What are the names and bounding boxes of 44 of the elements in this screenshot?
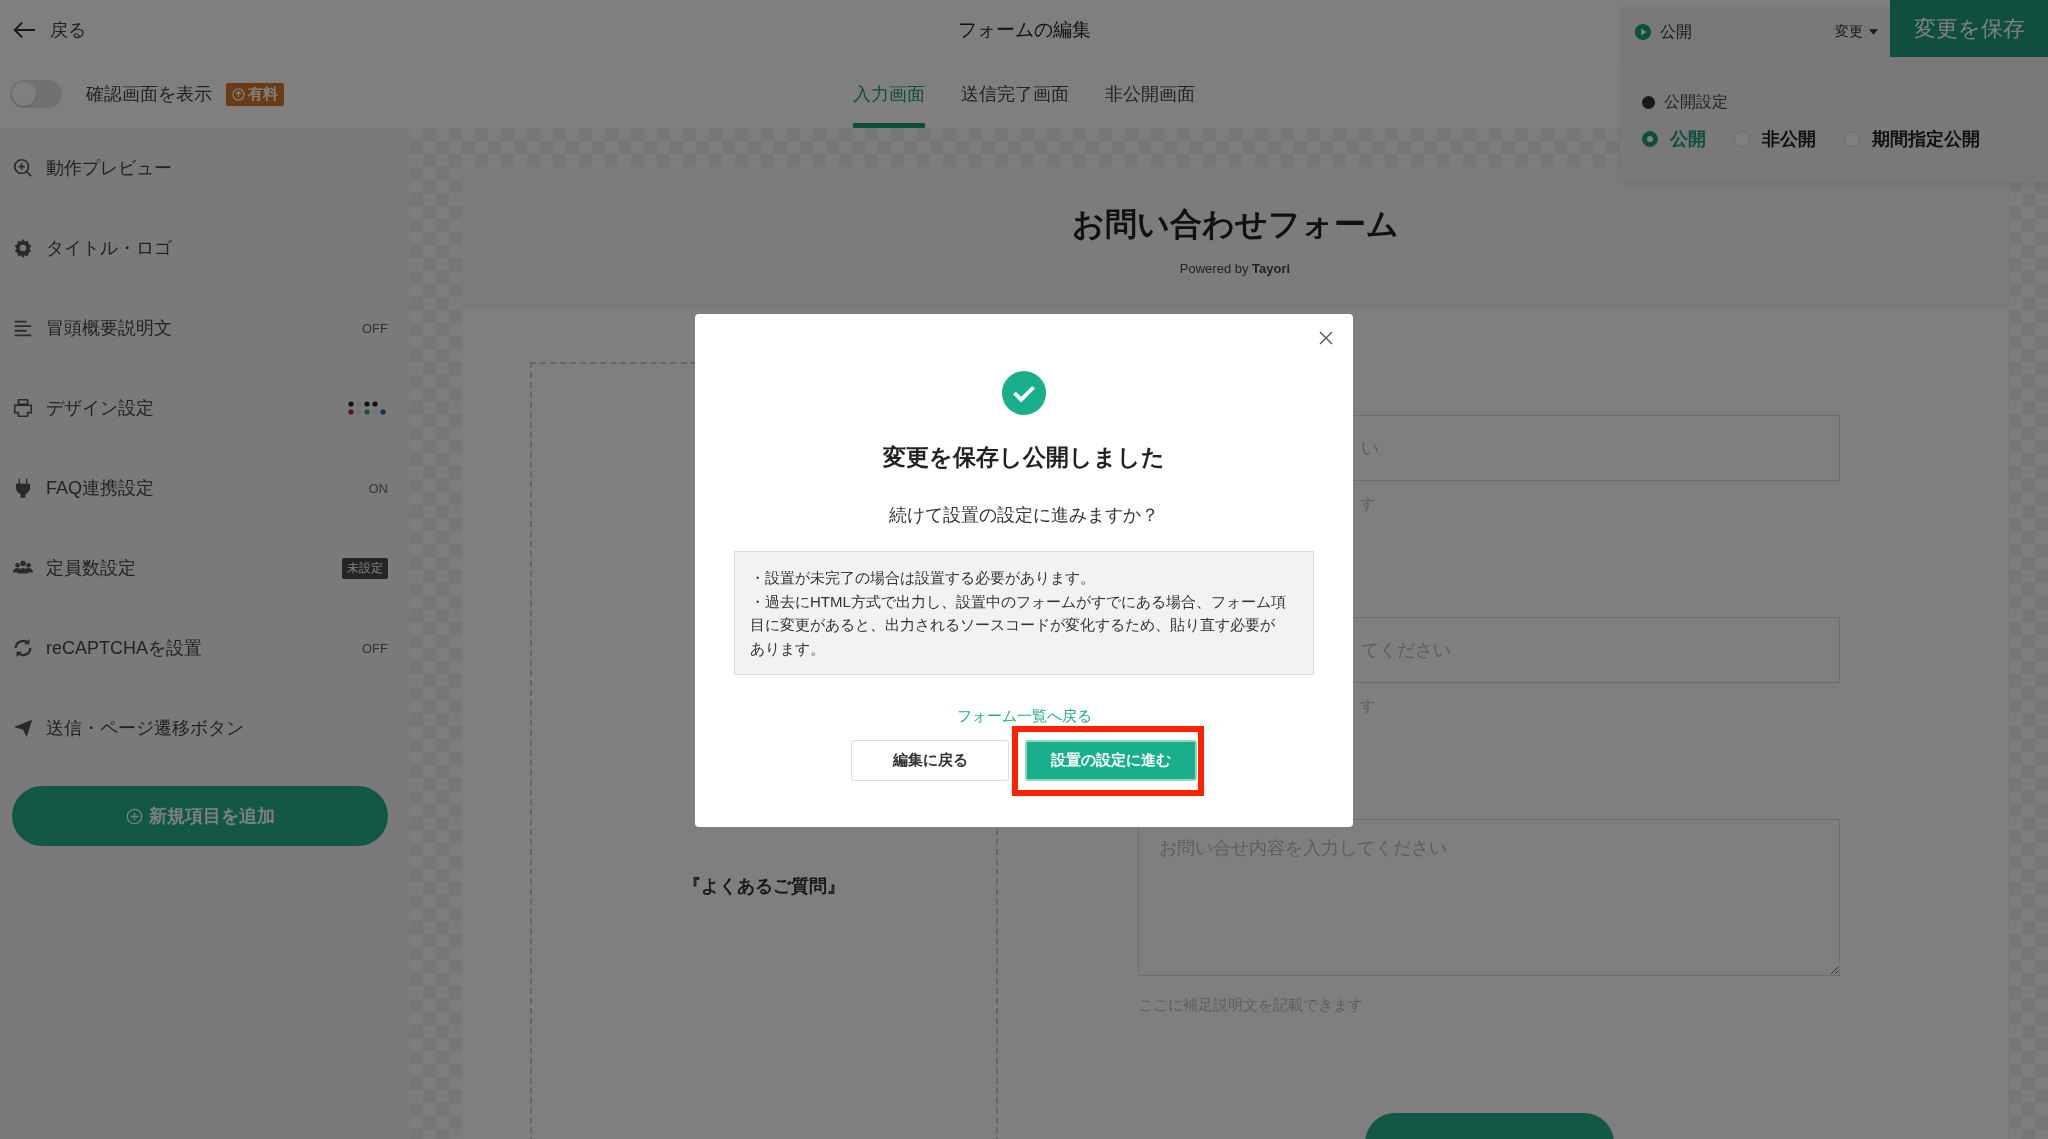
back-to-edit-button[interactable]: 編集に戻る [851, 740, 1009, 781]
toggle-label: 確認画面を表示 [86, 83, 212, 106]
sidebar-item[interactable]: FAQ連携設定 ON [0, 448, 410, 528]
sidebar-item[interactable]: 送信・ページ遷移ボタン [0, 688, 410, 768]
panel-heading: 公開設定 [1664, 92, 1728, 112]
status-label: 公開 [1660, 21, 1693, 42]
refresh-icon [12, 637, 34, 659]
paper-plane-icon [12, 717, 34, 739]
tab[interactable]: 送信完了画面 [961, 60, 1069, 128]
sidebar-item[interactable]: デザイン設定 [0, 368, 410, 448]
save-button[interactable]: 変更を保存 [1890, 0, 2048, 57]
sidebar-item[interactable]: reCAPTCHAを設置 OFF [0, 608, 410, 688]
sidebar-item[interactable]: タイトル・ロゴ [0, 208, 410, 288]
back-link[interactable]: 戻る [50, 18, 86, 42]
sidebar-item[interactable]: 定員数設定 未設定 [0, 528, 410, 608]
dot-icon [1642, 96, 1655, 109]
tab[interactable]: 非公開画面 [1105, 60, 1195, 128]
play-circle-icon [1634, 23, 1652, 41]
faq-label: 『よくあるご質問』 [682, 875, 846, 898]
radio-option[interactable]: 公開 [1642, 127, 1706, 151]
success-check-icon [1001, 370, 1047, 416]
close-icon[interactable] [1319, 331, 1333, 345]
gear-icon [12, 237, 34, 259]
add-item-button[interactable]: 新規項目を追加 [12, 786, 388, 846]
caret-icon [1869, 29, 1878, 35]
note-text: ・設置が未完了の場合は設置する必要があります。 [750, 568, 1096, 588]
printer-icon [12, 397, 34, 419]
sidebar-item[interactable]: 冒頭概要説明文 OFF [0, 288, 410, 368]
proceed-button[interactable]: 設置の設定に進む [1025, 740, 1197, 781]
radio-option[interactable]: 期間指定公開 [1844, 127, 1980, 151]
paid-badge: 有料 [226, 82, 284, 106]
form-list-link[interactable]: フォーム一覧へ戻る [956, 707, 1092, 726]
dialog-question: 続けて設置の設定に進みますか？ [889, 504, 1159, 527]
change-dropdown[interactable]: 変更 [1835, 23, 1878, 41]
back-arrow-icon[interactable] [12, 20, 36, 40]
toggle-switch[interactable] [10, 80, 62, 108]
radio-option[interactable]: 非公開 [1734, 127, 1816, 151]
sidebar-item[interactable]: 動作プレビュー [0, 128, 410, 208]
color-dots-icon [348, 401, 388, 415]
plus-circle-icon [125, 807, 143, 825]
powered-by: Powered by Tayori [1179, 261, 1291, 276]
page-title: フォームの編集 [957, 18, 1091, 42]
form-title: お問い合わせフォーム [1071, 205, 1399, 244]
zoom-in-icon [12, 157, 34, 179]
